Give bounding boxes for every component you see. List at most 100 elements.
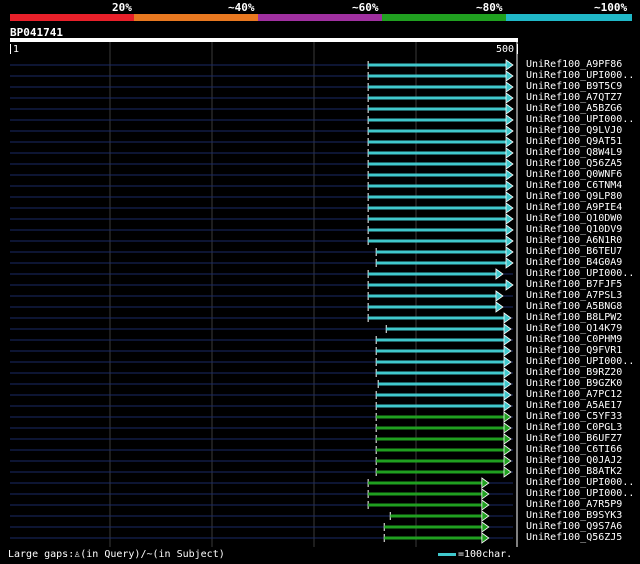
hit-label[interactable]: UniRef100_A5BNG8 bbox=[526, 301, 622, 312]
hit-arrow bbox=[503, 444, 512, 456]
hit-arrow bbox=[505, 202, 514, 214]
hit-label[interactable]: UniRef100_B7FJF5 bbox=[526, 279, 622, 290]
hit-bar bbox=[376, 393, 505, 397]
hit-arrow bbox=[503, 356, 512, 368]
hit-arrow bbox=[503, 422, 512, 434]
hit-arrow bbox=[505, 136, 514, 148]
hit-bar bbox=[368, 140, 507, 144]
hit-bar bbox=[376, 338, 505, 342]
hit-bar bbox=[376, 349, 505, 353]
hit-bar bbox=[368, 74, 507, 78]
hit-bar bbox=[368, 63, 507, 67]
hit-label[interactable]: UniRef100_B4G0A9 bbox=[526, 257, 622, 268]
hit-label[interactable]: UniRef100_Q56ZJ5 bbox=[526, 532, 622, 543]
hit-arrow bbox=[505, 92, 514, 104]
hit-label[interactable]: UniRef100_A7PSL3 bbox=[526, 290, 622, 301]
hit-bar bbox=[376, 459, 505, 463]
hit-label[interactable]: UniRef100_B9T5C9 bbox=[526, 81, 622, 92]
hit-arrow bbox=[503, 323, 512, 335]
hit-label[interactable]: UniRef100_Q9FVR1 bbox=[526, 345, 622, 356]
hit-label[interactable]: UniRef100_Q8W4L9 bbox=[526, 147, 622, 158]
hit-label[interactable]: UniRef100_A5AE17 bbox=[526, 400, 622, 411]
hit-label[interactable]: UniRef100_A7R5P9 bbox=[526, 499, 622, 510]
hit-arrow bbox=[505, 191, 514, 203]
hit-arrow bbox=[503, 389, 512, 401]
hit-bar bbox=[368, 184, 507, 188]
hit-arrow bbox=[505, 224, 514, 236]
hit-arrow bbox=[503, 433, 512, 445]
hit-label[interactable]: UniRef100_Q14K79 bbox=[526, 323, 622, 334]
hit-bar bbox=[368, 272, 497, 276]
hit-label[interactable]: UniRef100_B9RZ20 bbox=[526, 367, 622, 378]
hit-arrow bbox=[505, 158, 514, 170]
hit-arrow bbox=[481, 510, 490, 522]
hit-label[interactable]: UniRef100_C0PHM9 bbox=[526, 334, 622, 345]
hit-label[interactable]: UniRef100_B6TEU7 bbox=[526, 246, 622, 257]
hit-label[interactable]: UniRef100_A9PIE4 bbox=[526, 202, 622, 213]
hit-arrow bbox=[503, 411, 512, 423]
hit-arrow bbox=[505, 235, 514, 247]
hit-label[interactable]: UniRef100_A7QTZ7 bbox=[526, 92, 622, 103]
hit-bar bbox=[368, 294, 497, 298]
hit-bar bbox=[368, 283, 507, 287]
hit-label[interactable]: UniRef100_C6TI66 bbox=[526, 444, 622, 455]
hit-arrow bbox=[481, 521, 490, 533]
hit-bar bbox=[376, 371, 505, 375]
hit-label[interactable]: UniRef100_B9SYK3 bbox=[526, 510, 622, 521]
hit-label[interactable]: UniRef100_UPI000.. bbox=[526, 477, 634, 488]
hit-arrow bbox=[505, 125, 514, 137]
hit-label[interactable]: UniRef100_B6UFZ7 bbox=[526, 433, 622, 444]
hit-bar bbox=[368, 316, 505, 320]
hit-label[interactable]: UniRef100_Q10DV9 bbox=[526, 224, 622, 235]
hit-bar bbox=[376, 404, 505, 408]
hit-label[interactable]: UniRef100_A5BZG6 bbox=[526, 103, 622, 114]
hit-bar bbox=[376, 415, 505, 419]
hit-label[interactable]: UniRef100_Q56ZA5 bbox=[526, 158, 622, 169]
hit-arrow bbox=[503, 345, 512, 357]
hit-arrow bbox=[505, 257, 514, 269]
hit-arrow bbox=[505, 279, 514, 291]
hit-label[interactable]: UniRef100_UPI000.. bbox=[526, 70, 634, 81]
hit-label[interactable]: UniRef100_Q9AT51 bbox=[526, 136, 622, 147]
hit-label[interactable]: UniRef100_B8ATK2 bbox=[526, 466, 622, 477]
hit-arrow bbox=[503, 312, 512, 324]
large-gaps-note: Large gaps:♙(in Query)/~(in Subject) bbox=[8, 549, 225, 560]
hit-arrow bbox=[503, 378, 512, 390]
hit-bar bbox=[368, 107, 507, 111]
hit-arrow bbox=[503, 466, 512, 478]
hit-bar bbox=[368, 228, 507, 232]
hit-label[interactable]: UniRef100_UPI000.. bbox=[526, 268, 634, 279]
hit-label[interactable]: UniRef100_UPI000.. bbox=[526, 488, 634, 499]
hit-bar bbox=[368, 492, 483, 496]
hit-bar bbox=[376, 360, 505, 364]
hit-label[interactable]: UniRef100_C5YF33 bbox=[526, 411, 622, 422]
hit-label[interactable]: UniRef100_C0PGL3 bbox=[526, 422, 622, 433]
hit-arrow bbox=[481, 477, 490, 489]
hit-label[interactable]: UniRef100_Q9LP80 bbox=[526, 191, 622, 202]
hit-arrow bbox=[495, 290, 504, 302]
hit-label[interactable]: UniRef100_B8LPW2 bbox=[526, 312, 622, 323]
hit-label[interactable]: UniRef100_UPI000.. bbox=[526, 114, 634, 125]
hit-label[interactable]: UniRef100_C6TNM4 bbox=[526, 180, 622, 191]
hit-arrow bbox=[505, 70, 514, 82]
hit-arrow bbox=[505, 169, 514, 181]
hit-label[interactable]: UniRef100_UPI000.. bbox=[526, 356, 634, 367]
hit-arrow bbox=[495, 301, 504, 313]
hit-label[interactable]: UniRef100_A7PC12 bbox=[526, 389, 622, 400]
hit-bar bbox=[384, 525, 483, 529]
hit-label[interactable]: UniRef100_Q9S7A6 bbox=[526, 521, 622, 532]
hit-label[interactable]: UniRef100_Q10DW0 bbox=[526, 213, 622, 224]
hit-bar bbox=[376, 470, 505, 474]
hit-bar bbox=[368, 503, 483, 507]
hit-arrow bbox=[481, 532, 490, 544]
hit-label[interactable]: UniRef100_A9PF86 bbox=[526, 59, 622, 70]
hit-bar bbox=[368, 118, 507, 122]
hit-label[interactable]: UniRef100_Q9LVJ0 bbox=[526, 125, 622, 136]
hit-label[interactable]: UniRef100_A6N1R0 bbox=[526, 235, 622, 246]
hit-arrow bbox=[505, 147, 514, 159]
hit-arrow bbox=[503, 334, 512, 346]
hit-label[interactable]: UniRef100_Q0JAJ2 bbox=[526, 455, 622, 466]
hit-label[interactable]: UniRef100_Q0WNF6 bbox=[526, 169, 622, 180]
hit-arrow bbox=[505, 81, 514, 93]
hit-label[interactable]: UniRef100_B9GZK0 bbox=[526, 378, 622, 389]
